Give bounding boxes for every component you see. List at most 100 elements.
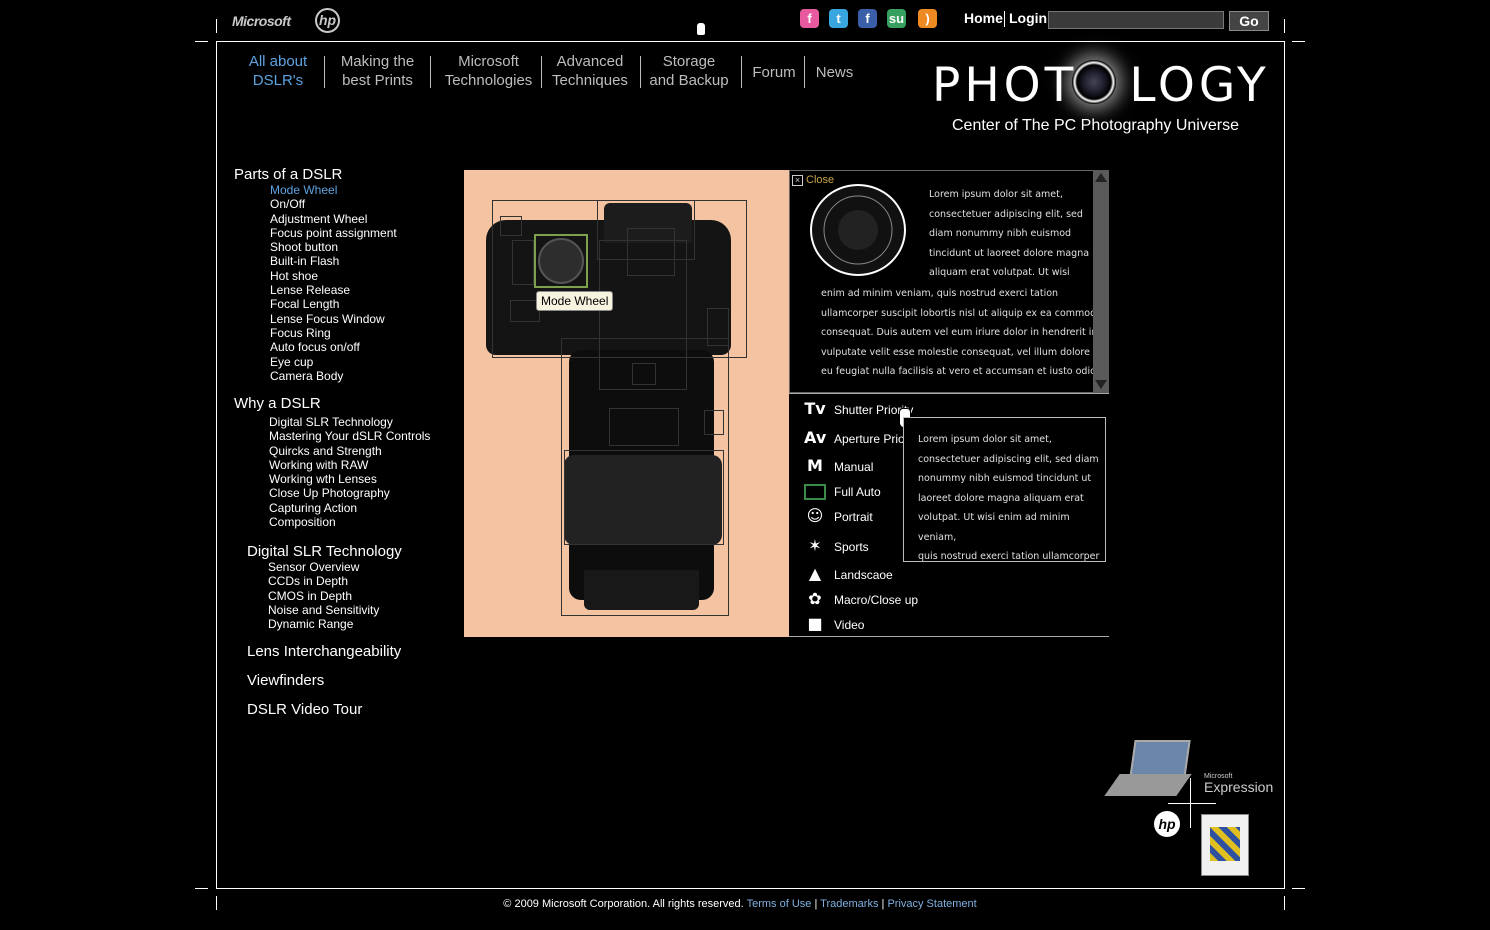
hp-logo[interactable]: hp — [315, 8, 340, 33]
nav-microsoft-technologies[interactable]: Microsoft Technologies — [441, 52, 536, 90]
nav-making-prints[interactable]: Making the best Prints — [335, 52, 420, 90]
sidebar-item[interactable]: On/Off — [270, 197, 397, 211]
sidebar-item[interactable]: Composition — [269, 515, 430, 529]
sidebar-item[interactable]: Close Up Photography — [269, 486, 430, 500]
sidebar-section-lens[interactable]: Lens Interchangeability — [247, 643, 401, 660]
nav-divider — [541, 56, 542, 88]
sidebar-item[interactable]: Sensor Overview — [268, 560, 379, 574]
sidebar-section-why[interactable]: Why a DSLR — [234, 395, 321, 412]
sidebar-item[interactable]: Lense Release — [270, 283, 397, 297]
scroll-down-icon[interactable] — [1095, 380, 1107, 389]
nav-all-about-dslrs[interactable]: All about DSLR's — [243, 52, 313, 90]
sidebar-item[interactable]: Shoot button — [270, 240, 397, 254]
sidebar-item[interactable]: Working with RAW — [269, 458, 430, 472]
nav-storage-backup[interactable]: Storage and Backup — [648, 52, 730, 90]
sidebar-item[interactable]: Mode Wheel — [270, 183, 397, 197]
sidebar-section-video[interactable]: DSLR Video Tour — [247, 701, 362, 718]
frame-corner — [1292, 888, 1305, 889]
mode-4-label[interactable]: Full Auto — [834, 485, 881, 499]
sports-icon[interactable]: ✶ — [804, 536, 826, 555]
mode-8-label[interactable]: Macro/Close up — [834, 593, 918, 607]
nav-label: Making the — [340, 53, 415, 70]
flickr-icon[interactable]: f — [800, 9, 819, 28]
laptop-image[interactable] — [1129, 740, 1191, 778]
terms-link[interactable]: Terms of Use — [747, 898, 812, 910]
sidebar-item[interactable]: Lense Focus Window — [270, 312, 397, 326]
close-button[interactable]: Close — [806, 174, 834, 186]
modes-bottom-divider — [789, 636, 1109, 637]
tv-icon[interactable]: Tv — [804, 399, 826, 418]
sidebar-section-viewfinders[interactable]: Viewfinders — [247, 672, 324, 689]
sidebar-item[interactable]: Digital SLR Technology — [269, 415, 430, 429]
scroll-up-icon[interactable] — [1095, 173, 1107, 182]
info-scrollbar[interactable] — [1093, 170, 1109, 393]
sidebar-item[interactable]: Built-in Flash — [270, 254, 397, 268]
hotspot-on-off[interactable] — [512, 240, 534, 285]
microsoft-logo[interactable]: Microsoft — [232, 13, 291, 29]
sidebar-item[interactable]: Camera Body — [270, 369, 397, 383]
sidebar-item[interactable]: Dynamic Range — [268, 617, 379, 631]
sidebar-section-tech[interactable]: Digital SLR Technology — [247, 543, 402, 560]
macro-icon[interactable]: ✿ — [804, 589, 826, 608]
facebook-icon[interactable]: f — [858, 9, 877, 28]
popup-text: Lorem ipsum dolor sit amet, consectetuer … — [918, 430, 1105, 567]
hotspot-focus-ring[interactable] — [564, 450, 724, 545]
nav-divider — [804, 56, 805, 88]
nav-label: Technologies — [444, 72, 533, 89]
sidebar-item[interactable]: Hot shoe — [270, 269, 397, 283]
sidebar-item[interactable]: Focus point assignment — [270, 226, 397, 240]
expression-logo[interactable]: Expression — [1204, 779, 1273, 795]
mode-5-label[interactable]: Portrait — [834, 510, 873, 524]
popup-line: consectetuer adipiscing elit, sed diam — [918, 453, 1099, 465]
rss-icon[interactable]: ) — [918, 9, 937, 28]
footer: © 2009 Microsoft Corporation. All rights… — [503, 898, 977, 910]
mode-2-label[interactable]: Aperture Prio — [834, 432, 905, 446]
frame-corner — [1284, 19, 1285, 33]
sidebar-item[interactable]: CCDs in Depth — [268, 574, 379, 588]
nav-news[interactable]: News — [812, 63, 857, 82]
sidebar-item[interactable]: Noise and Sensitivity — [268, 603, 379, 617]
sidebar-item[interactable]: Mastering Your dSLR Controls — [269, 429, 430, 443]
mode-3-label[interactable]: Manual — [834, 460, 873, 474]
home-link[interactable]: Home — [964, 10, 1003, 26]
av-icon[interactable]: Av — [804, 428, 826, 447]
privacy-link[interactable]: Privacy Statement — [887, 898, 976, 910]
expression-product-box[interactable] — [1201, 814, 1249, 876]
full-auto-icon[interactable] — [804, 484, 826, 500]
manual-icon[interactable]: M — [804, 456, 826, 475]
go-button[interactable]: Go — [1229, 11, 1269, 31]
nav-label: Storage — [662, 53, 716, 70]
sidebar-item[interactable]: Adjustment Wheel — [270, 212, 397, 226]
close-icon[interactable]: × — [792, 175, 803, 186]
nav-forum[interactable]: Forum — [750, 63, 798, 82]
sidebar-item[interactable]: Focus Ring — [270, 326, 397, 340]
sidebar-item[interactable]: Auto focus on/off — [270, 340, 397, 354]
info-line: vulputate velit esse molestie consequat,… — [821, 346, 1090, 358]
hp-promo-logo[interactable]: hp — [1154, 811, 1180, 837]
sidebar-item[interactable]: Focal Length — [270, 297, 397, 311]
hotspot-focus-point[interactable] — [500, 216, 522, 236]
login-link[interactable]: Login — [1009, 10, 1047, 26]
laptop-image[interactable] — [1104, 774, 1192, 796]
info-line: ullamcorper suscipit lobortis nisl ut al… — [821, 307, 1102, 319]
sidebar-item[interactable]: Eye cup — [270, 355, 397, 369]
hotspot-mode-wheel[interactable] — [534, 234, 588, 288]
search-input[interactable] — [1048, 11, 1224, 29]
twitter-icon[interactable]: t — [829, 9, 848, 28]
portrait-icon[interactable]: ☺ — [804, 506, 826, 525]
frame-corner — [216, 19, 217, 33]
landscape-icon[interactable]: ▲ — [804, 564, 826, 583]
sidebar-section-parts[interactable]: Parts of a DSLR — [234, 166, 342, 183]
trademarks-link[interactable]: Trademarks — [820, 898, 878, 910]
nav-advanced-techniques[interactable]: Advanced Techniques — [550, 52, 630, 90]
stumbleupon-icon[interactable]: su — [887, 9, 906, 28]
sidebar-item[interactable]: Capturing Action — [269, 501, 430, 515]
sidebar-item[interactable]: CMOS in Depth — [268, 589, 379, 603]
mode-9-label[interactable]: Video — [834, 618, 864, 632]
mode-7-label[interactable]: Landscaoe — [834, 568, 893, 582]
sidebar-item[interactable]: Quircks and Strength — [269, 444, 430, 458]
video-icon[interactable]: ■ — [804, 614, 826, 633]
tagline: Center of The PC Photography Universe — [952, 117, 1239, 134]
sidebar-item[interactable]: Working wth Lenses — [269, 472, 430, 486]
mode-6-label[interactable]: Sports — [834, 540, 869, 554]
